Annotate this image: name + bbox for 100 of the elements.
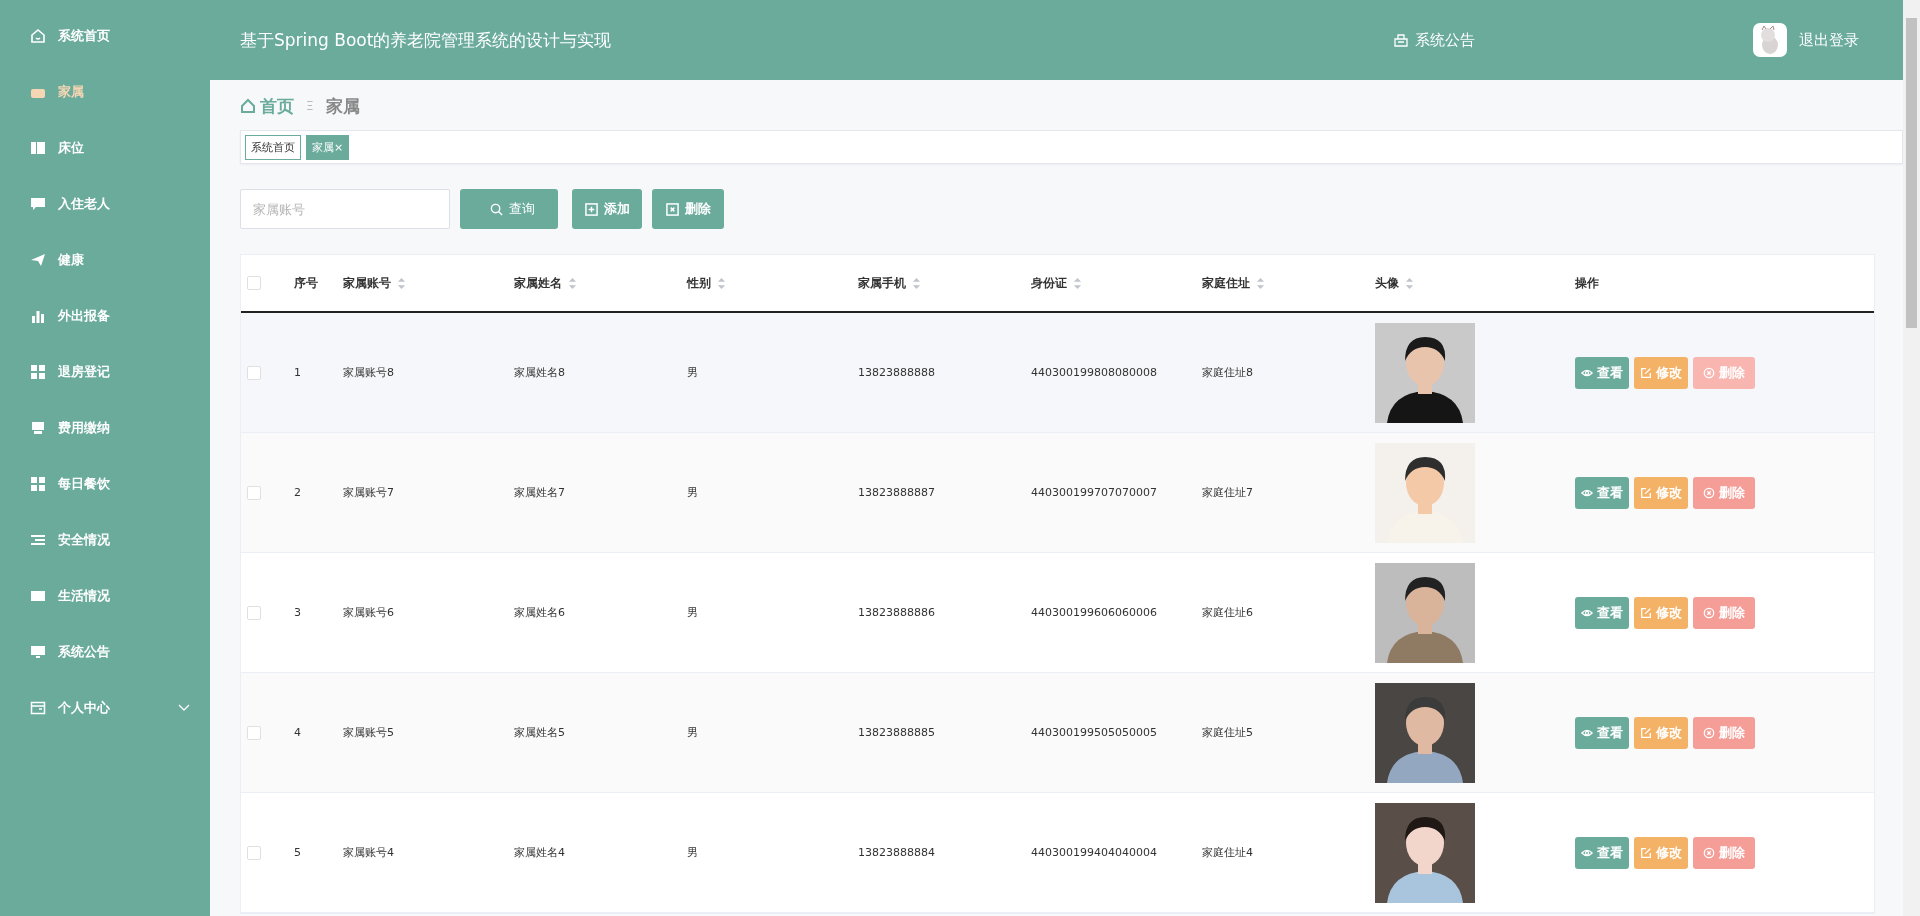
menu-item-icon: [30, 252, 46, 268]
button-icon: [1640, 726, 1652, 739]
button-icon: [1703, 726, 1715, 739]
sort-icon[interactable]: [1405, 276, 1414, 290]
button-icon: [665, 202, 679, 216]
row-action-button[interactable]: 删除: [1693, 596, 1755, 629]
sort-icon[interactable]: [1073, 276, 1082, 290]
table-cell: 家属姓名4: [514, 845, 565, 860]
table-cell: 家属账号7: [343, 485, 394, 500]
toolbar-button[interactable]: 查询: [460, 189, 558, 229]
table-cell: 家庭住址6: [1202, 605, 1253, 620]
table-cell: 男: [687, 845, 698, 860]
toolbar-button[interactable]: 删除: [652, 189, 724, 229]
table-cell: 13823888886: [858, 606, 935, 619]
button-icon: [489, 202, 503, 216]
button-icon: [1640, 486, 1652, 499]
sidebar-item[interactable]: 健康: [0, 232, 210, 288]
row-action-button[interactable]: 删除: [1693, 356, 1755, 389]
row-action-button[interactable]: 修改: [1634, 356, 1688, 389]
breadcrumb-separator: Ξ: [306, 99, 314, 113]
table-cell: 13823888887: [858, 486, 935, 499]
table-cell: 5: [294, 846, 301, 859]
sidebar-item[interactable]: 个人中心: [0, 680, 210, 736]
row-action-button[interactable]: 查看: [1575, 596, 1629, 629]
sort-icon[interactable]: [717, 276, 726, 290]
table-cell: 家属姓名8: [514, 365, 565, 380]
sidebar-item[interactable]: 入住老人: [0, 176, 210, 232]
menu-item-icon: [30, 476, 46, 492]
row-action-button[interactable]: 修改: [1634, 476, 1688, 509]
column-header: 操作: [1575, 274, 1599, 292]
toolbar-button[interactable]: 添加: [572, 189, 642, 229]
row-action-button[interactable]: 修改: [1634, 596, 1688, 629]
table-cell: 家庭住址4: [1202, 845, 1253, 860]
sidebar-item[interactable]: 床位: [0, 120, 210, 176]
table-cell: 1: [294, 366, 301, 379]
sidebar-item[interactable]: 费用缴纳: [0, 400, 210, 456]
menu-item-icon: [30, 140, 46, 156]
row-action-button[interactable]: 查看: [1575, 476, 1629, 509]
table-cell: 13823888885: [858, 726, 935, 739]
menu-item-icon: [30, 532, 46, 548]
app-title: 基于Spring Boot的养老院管理系统的设计与实现: [240, 28, 613, 52]
sort-icon[interactable]: [1256, 276, 1265, 290]
sidebar-item[interactable]: 安全情况: [0, 512, 210, 568]
button-icon: [584, 202, 598, 216]
column-header: 序号: [294, 274, 318, 292]
table-cell: 家属账号6: [343, 605, 394, 620]
row-action-button[interactable]: 删除: [1693, 476, 1755, 509]
table-cell: 440300199808080008: [1031, 366, 1157, 379]
menu-item-icon: [30, 308, 46, 324]
row-checkbox[interactable]: [247, 845, 261, 860]
row-checkbox[interactable]: [247, 365, 261, 380]
notice-link[interactable]: 系统公告: [1393, 30, 1475, 50]
sidebar-item[interactable]: 家属: [0, 64, 210, 120]
search-field[interactable]: 家属账号: [240, 189, 450, 229]
table-cell: 4: [294, 726, 301, 739]
button-icon: [1703, 846, 1715, 859]
sidebar-item[interactable]: 退房登记: [0, 344, 210, 400]
table-cell: 家属姓名5: [514, 725, 565, 740]
row-action-button[interactable]: 查看: [1575, 836, 1629, 869]
column-header: 家属姓名: [514, 274, 562, 292]
row-action-button[interactable]: 修改: [1634, 836, 1688, 869]
table-cell: 家庭住址5: [1202, 725, 1253, 740]
table-cell: 男: [687, 485, 698, 500]
table-cell: 家属账号4: [343, 845, 394, 860]
button-icon: [1703, 606, 1715, 619]
row-action-button[interactable]: 删除: [1693, 716, 1755, 749]
sidebar-item[interactable]: 每日餐饮: [0, 456, 210, 512]
breadcrumb-link[interactable]: 首页: [260, 94, 294, 118]
scrollbar[interactable]: [1903, 0, 1920, 916]
table-cell: 男: [687, 365, 698, 380]
row-action-button[interactable]: 查看: [1575, 716, 1629, 749]
button-icon: [1640, 366, 1652, 379]
button-icon: [1703, 486, 1715, 499]
page-tab[interactable]: 家属×: [306, 134, 350, 160]
table-cell: 男: [687, 725, 698, 740]
page-tab[interactable]: 系统首页: [245, 134, 301, 160]
sort-icon[interactable]: [912, 276, 921, 290]
row-checkbox[interactable]: [247, 485, 261, 500]
row-action-button[interactable]: 修改: [1634, 716, 1688, 749]
select-all-checkbox[interactable]: [247, 276, 261, 290]
table-cell: 家属账号8: [343, 365, 394, 380]
sidebar-item[interactable]: 系统公告: [0, 624, 210, 680]
sidebar-item[interactable]: 外出报备: [0, 288, 210, 344]
sort-icon[interactable]: [568, 276, 577, 290]
column-header: 头像: [1375, 274, 1399, 292]
sort-icon[interactable]: [397, 276, 406, 290]
table-cell: 440300199606060006: [1031, 606, 1157, 619]
avatar-icon[interactable]: [1753, 23, 1787, 57]
row-checkbox[interactable]: [247, 725, 261, 740]
row-checkbox[interactable]: [247, 605, 261, 620]
sidebar-item[interactable]: 生活情况: [0, 568, 210, 624]
table-cell: 家属账号5: [343, 725, 394, 740]
menu-item-icon: [30, 644, 46, 660]
sidebar-item[interactable]: 系统首页: [0, 8, 210, 64]
logout-link[interactable]: 退出登录: [1799, 30, 1859, 50]
row-action-button[interactable]: 查看: [1575, 356, 1629, 389]
button-icon: [1640, 846, 1652, 859]
row-action-button[interactable]: 删除: [1693, 836, 1755, 869]
button-icon: [1703, 366, 1715, 379]
menu-item-icon: [30, 700, 46, 716]
